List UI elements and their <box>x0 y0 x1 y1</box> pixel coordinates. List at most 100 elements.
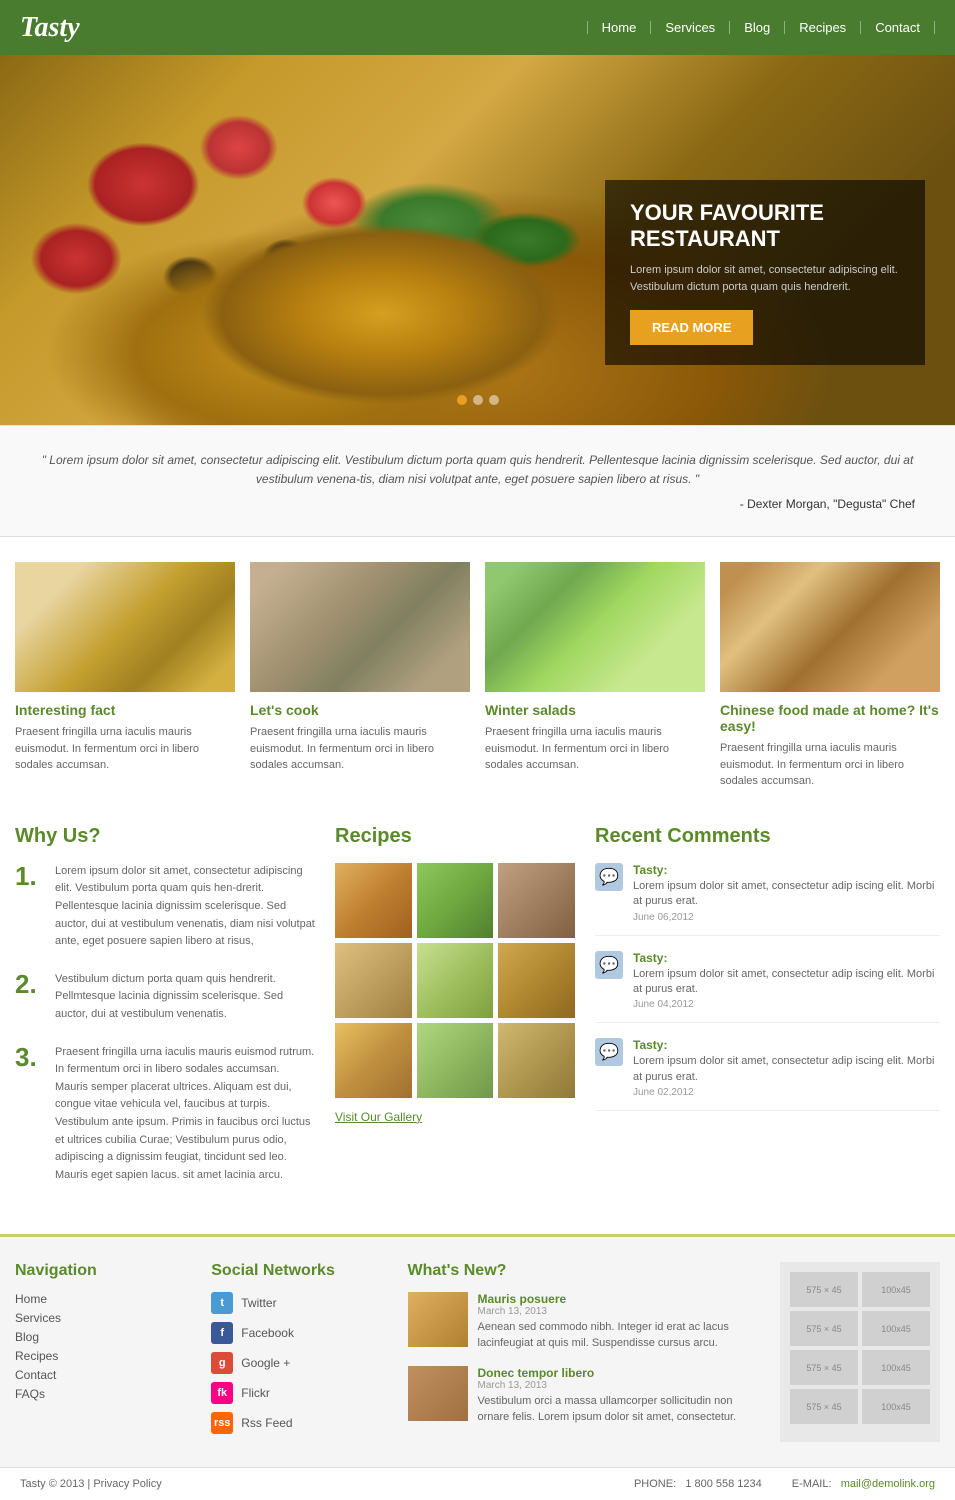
recipe-thumb-6[interactable] <box>498 943 575 1018</box>
news-item-2: Donec tempor libero March 13, 2013 Vesti… <box>408 1366 761 1425</box>
card-title-4: Chinese food made at home? It's easy! <box>720 702 940 734</box>
stat-5: 575 × 45 <box>790 1350 858 1385</box>
nav-services[interactable]: Services <box>651 21 730 34</box>
why-us-item-2: 2. Vestibulum dictum porta quam quis hen… <box>15 971 315 1024</box>
feature-cards: Interesting fact Praesent fringilla urna… <box>0 537 955 815</box>
recipe-thumb-7[interactable] <box>335 1023 412 1098</box>
main-nav: Home Services Blog Recipes Contact <box>587 21 935 34</box>
hero-dots <box>457 395 499 405</box>
comment-date-1: June 06,2012 <box>633 912 940 923</box>
card-1: Interesting fact Praesent fringilla urna… <box>15 562 235 790</box>
comment-name-1: Tasty: <box>633 863 940 877</box>
nav-contact[interactable]: Contact <box>861 21 935 34</box>
comment-3: 💬 Tasty: Lorem ipsum dolor sit amet, con… <box>595 1038 940 1111</box>
footer-navigation: Navigation Home Services Blog Recipes Co… <box>15 1262 191 1442</box>
news-title-1[interactable]: Mauris posuere <box>478 1292 567 1306</box>
social-flickr[interactable]: fk Flickr <box>211 1382 387 1404</box>
facebook-label: Facebook <box>241 1326 294 1340</box>
copyright-text: Tasty © 2013 | Privacy Policy <box>20 1478 162 1490</box>
why-us-section: Why Us? 1. Lorem ipsum dolor sit amet, c… <box>15 825 315 1205</box>
stat-3: 575 × 45 <box>790 1311 858 1346</box>
site-header: Tasty Home Services Blog Recipes Contact <box>0 0 955 55</box>
social-google[interactable]: g Google + <box>211 1352 387 1374</box>
facebook-icon: f <box>211 1322 233 1344</box>
comment-name-3: Tasty: <box>633 1038 940 1052</box>
visit-gallery-link[interactable]: Visit Our Gallery <box>335 1110 575 1124</box>
recipe-thumb-9[interactable] <box>498 1023 575 1098</box>
flickr-icon: fk <box>211 1382 233 1404</box>
news-item-1: Mauris posuere March 13, 2013 Aenean sed… <box>408 1292 761 1351</box>
quote-author: - Dexter Morgan, "Degusta" Chef <box>40 497 915 511</box>
recipes-grid <box>335 863 575 1098</box>
news-thumb-1 <box>408 1292 468 1347</box>
news-date-1: March 13, 2013 <box>478 1306 761 1317</box>
nav-home[interactable]: Home <box>587 21 652 34</box>
quote-section: " Lorem ipsum dolor sit amet, consectetu… <box>0 425 955 537</box>
hero-title: YOUR FAVOURITE RESTAURANT <box>630 200 900 252</box>
recipe-thumb-4[interactable] <box>335 943 412 1018</box>
hero-overlay: YOUR FAVOURITE RESTAURANT Lorem ipsum do… <box>605 180 925 365</box>
stat-7: 575 × 45 <box>790 1389 858 1424</box>
why-num-1: 1. <box>15 863 43 951</box>
hero-dot-2[interactable] <box>473 395 483 405</box>
quote-text: " Lorem ipsum dolor sit amet, consectetu… <box>40 451 915 489</box>
card-text-1: Praesent fringilla urna iaculis mauris e… <box>15 724 235 774</box>
comment-name-2: Tasty: <box>633 951 940 965</box>
recipe-thumb-3[interactable] <box>498 863 575 938</box>
why-num-2: 2. <box>15 971 43 1024</box>
footer-nav-contact[interactable]: Contact <box>15 1368 191 1382</box>
footer-nav-home[interactable]: Home <box>15 1292 191 1306</box>
social-twitter[interactable]: t Twitter <box>211 1292 387 1314</box>
comment-text-1: Lorem ipsum dolor sit amet, consectetur … <box>633 879 940 910</box>
social-facebook[interactable]: f Facebook <box>211 1322 387 1344</box>
recent-comments-title: Recent Comments <box>595 825 940 848</box>
footer-nav-services[interactable]: Services <box>15 1311 191 1325</box>
card-image-2 <box>250 562 470 692</box>
google-label: Google + <box>241 1356 290 1370</box>
card-3: Winter salads Praesent fringilla urna ia… <box>485 562 705 790</box>
card-title-3: Winter salads <box>485 702 705 718</box>
comment-date-2: June 04,2012 <box>633 999 940 1010</box>
footer-bottom: Tasty © 2013 | Privacy Policy PHONE: 1 8… <box>0 1467 955 1500</box>
card-text-4: Praesent fringilla urna iaculis mauris e… <box>720 740 940 790</box>
footer-nav-blog[interactable]: Blog <box>15 1330 191 1344</box>
footer-nav-recipes[interactable]: Recipes <box>15 1349 191 1363</box>
card-image-4 <box>720 562 940 692</box>
why-text-3: Praesent fringilla urna iaculis mauris e… <box>55 1044 315 1185</box>
recipes-title: Recipes <box>335 825 575 848</box>
comment-body-1: Tasty: Lorem ipsum dolor sit amet, conse… <box>633 863 940 923</box>
email-link[interactable]: mail@demolink.org <box>841 1478 935 1490</box>
footer-social: Social Networks t Twitter f Facebook g G… <box>211 1262 387 1442</box>
nav-recipes[interactable]: Recipes <box>785 21 861 34</box>
news-text-1: Aenean sed commodo nibh. Integer id erat… <box>478 1320 761 1351</box>
why-text-2: Vestibulum dictum porta quam quis hendre… <box>55 971 315 1024</box>
phone-info: PHONE: 1 800 558 1234 <box>634 1478 762 1490</box>
comment-body-2: Tasty: Lorem ipsum dolor sit amet, conse… <box>633 951 940 1011</box>
email-info: E-MAIL: mail@demolink.org <box>792 1478 935 1490</box>
recipes-section: Recipes Visit Our Gallery <box>335 825 575 1205</box>
recipe-thumb-8[interactable] <box>417 1023 494 1098</box>
email-label: E-MAIL: <box>792 1478 832 1490</box>
hero-read-more-button[interactable]: READ MORE <box>630 310 753 345</box>
footer-news: What's New? Mauris posuere March 13, 201… <box>408 1262 761 1442</box>
news-text-2: Vestibulum orci a massa ullamcorper soll… <box>478 1394 761 1425</box>
card-image-3 <box>485 562 705 692</box>
footer-nav-faqs[interactable]: FAQs <box>15 1387 191 1401</box>
rss-icon: rss <box>211 1412 233 1434</box>
hero-dot-3[interactable] <box>489 395 499 405</box>
news-title-2[interactable]: Donec tempor libero <box>478 1366 595 1380</box>
comment-1: 💬 Tasty: Lorem ipsum dolor sit amet, con… <box>595 863 940 936</box>
hero-description: Lorem ipsum dolor sit amet, consectetur … <box>630 262 900 295</box>
recipe-thumb-5[interactable] <box>417 943 494 1018</box>
social-rss[interactable]: rss Rss Feed <box>211 1412 387 1434</box>
hero-dot-1[interactable] <box>457 395 467 405</box>
stat-6: 100x45 <box>862 1350 930 1385</box>
why-us-title: Why Us? <box>15 825 315 848</box>
why-us-item-3: 3. Praesent fringilla urna iaculis mauri… <box>15 1044 315 1185</box>
comment-icon-3: 💬 <box>595 1038 623 1066</box>
recipe-thumb-1[interactable] <box>335 863 412 938</box>
nav-blog[interactable]: Blog <box>730 21 785 34</box>
comment-date-3: June 02,2012 <box>633 1087 940 1098</box>
card-text-3: Praesent fringilla urna iaculis mauris e… <box>485 724 705 774</box>
recipe-thumb-2[interactable] <box>417 863 494 938</box>
